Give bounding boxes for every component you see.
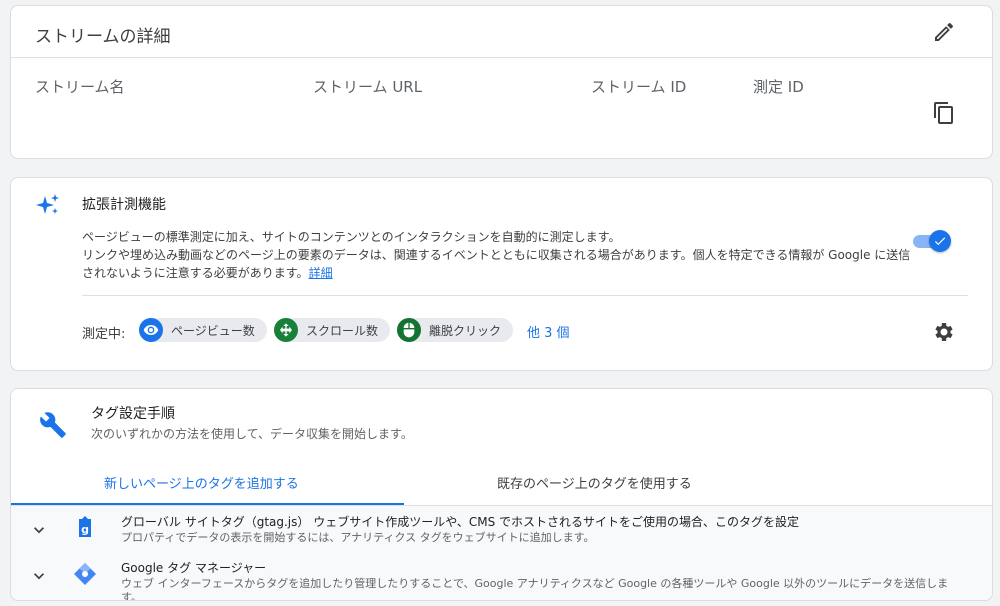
check-icon	[934, 237, 946, 246]
measuring-label: 測定中:	[82, 327, 126, 342]
list-item-gtag[interactable]: g グローバル サイトタグ（gtag.js） ウェブサイト作成ツールや、CMS …	[11, 506, 992, 552]
gtag-description: プロパティでデータの表示を開始するには、アナリティクス タグをウェブサイトに追加…	[121, 531, 595, 544]
stream-details-card: ストリームの詳細 ストリーム名 ストリーム URL ストリーム ID 測定 ID	[10, 5, 993, 159]
copy-icon[interactable]	[932, 101, 956, 125]
enhanced-measurement-title: 拡張計測機能	[82, 197, 166, 213]
details-link[interactable]: 詳細	[309, 266, 333, 280]
enhanced-measurement-toggle[interactable]	[913, 230, 951, 252]
gtm-title: Google タグ マネージャー	[121, 561, 267, 575]
wrench-icon	[39, 411, 67, 439]
chevron-down-icon[interactable]	[29, 566, 49, 586]
chip-outbound-clicks[interactable]: 離脱クリック	[397, 318, 514, 342]
tab-add-new-tag[interactable]: 新しいページ上のタグを追加する	[104, 473, 299, 492]
stream-url-label: ストリーム URL	[313, 78, 423, 96]
chip-label: スクロール数	[306, 323, 379, 338]
active-tab-indicator	[11, 503, 404, 505]
chip-page-views[interactable]: ページビュー数	[139, 318, 267, 342]
tag-setup-subtitle: 次のいずれかの方法を使用して、データ収集を開始します。	[91, 427, 413, 441]
chip-label: ページビュー数	[171, 323, 255, 338]
gear-icon[interactable]	[932, 320, 956, 344]
divider	[11, 57, 992, 58]
chip-scrolls[interactable]: スクロール数	[274, 318, 391, 342]
chevron-down-icon[interactable]	[29, 520, 49, 540]
eye-icon	[139, 318, 163, 342]
mouse-icon	[397, 318, 421, 342]
measurement-id-label: 測定 ID	[753, 78, 804, 96]
stream-name-label: ストリーム名	[35, 78, 125, 96]
gtm-description: ウェブ インターフェースからタグを追加したり管理したりすることで、Google …	[121, 577, 949, 601]
stream-id-label: ストリーム ID	[591, 78, 687, 96]
tag-setup-title: タグ設定手順	[91, 406, 175, 422]
tag-setup-card: タグ設定手順 次のいずれかの方法を使用して、データ収集を開始します。 新しいペー…	[10, 388, 993, 601]
description-line2: リンクや埋め込み動画などのページ上の要素のデータは、関連するイベントとともに収集…	[82, 248, 911, 280]
divider	[82, 295, 968, 296]
sparkle-icon	[35, 192, 61, 218]
list-item-gtm[interactable]: Google タグ マネージャー ウェブ インターフェースからタグを追加したり管…	[11, 552, 992, 601]
toggle-knob	[929, 230, 951, 252]
description-line1: ページビューの標準測定に加え、サイトのコンテンツとのインタラクションを自動的に測…	[82, 230, 621, 244]
enhanced-measurement-description: ページビューの標準測定に加え、サイトのコンテンツとのインタラクションを自動的に測…	[82, 228, 922, 282]
tag-manager-icon	[73, 562, 97, 586]
more-events-link[interactable]: 他 3 個	[527, 322, 570, 341]
stream-details-title: ストリームの詳細	[35, 27, 171, 47]
tag-method-list: g グローバル サイトタグ（gtag.js） ウェブサイト作成ツールや、CMS …	[11, 506, 992, 600]
tab-use-existing-tag[interactable]: 既存のページ上のタグを使用する	[497, 473, 692, 492]
scroll-icon	[274, 318, 298, 342]
svg-text:g: g	[81, 523, 89, 536]
gtag-icon: g	[73, 516, 97, 540]
gtag-title: グローバル サイトタグ（gtag.js） ウェブサイト作成ツールや、CMS でホ…	[121, 515, 800, 529]
enhanced-measurement-card: 拡張計測機能 ページビューの標準測定に加え、サイトのコンテンツとのインタラクショ…	[10, 177, 993, 371]
chip-label: 離脱クリック	[429, 323, 502, 338]
edit-icon[interactable]	[932, 20, 956, 44]
